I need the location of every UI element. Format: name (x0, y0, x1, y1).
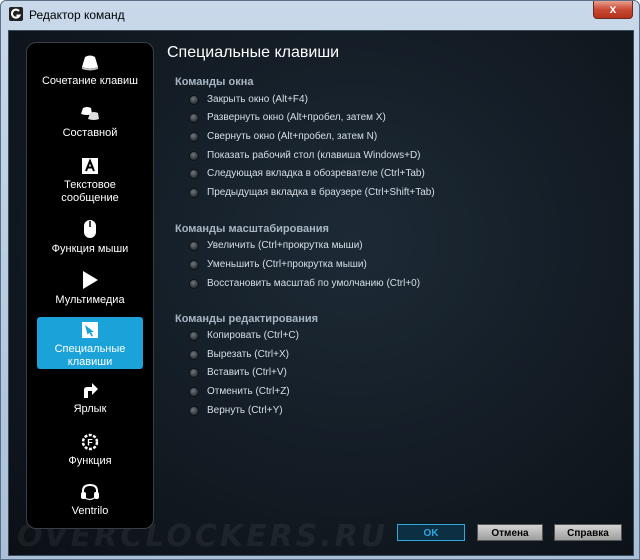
mouse-icon (84, 220, 96, 238)
radio-button[interactable] (189, 188, 199, 198)
command-type-sidebar: Сочетание клавиш Составной Текстовое соо… (26, 42, 154, 529)
play-icon (83, 271, 98, 289)
option-label: Отменить (Ctrl+Z) (207, 386, 290, 397)
option-label: Увеличить (Ctrl+прокрутка мыши) (207, 240, 363, 251)
sidebar-item-label: Сочетание клавиш (41, 75, 138, 87)
option-label: Предыдущая вкладка в браузере (Ctrl+Shif… (207, 187, 435, 198)
option-label: Восстановить масштаб по умолчанию (Ctrl+… (207, 278, 421, 289)
command-editor-window: Редактор команд x OVERCLOCKERS.RU Сочета… (0, 0, 640, 560)
sidebar-item-label: Функция (68, 455, 112, 467)
sidebar-item-label: Ярлык (73, 403, 107, 415)
sidebar-item-label: Специальные клавиши (54, 343, 126, 368)
sidebar-item-keystroke[interactable]: Сочетание клавиш (37, 53, 143, 88)
option-label: Свернуть окно (Alt+пробел, затем N) (207, 131, 378, 142)
ok-button[interactable]: OK (397, 524, 465, 541)
sidebar-item-label: Функция мыши (51, 243, 129, 255)
sidebar-item-shortcut[interactable]: Ярлык (37, 381, 143, 416)
radio-button[interactable] (189, 95, 199, 105)
radio-button[interactable] (189, 387, 199, 397)
page-title: Специальные клавиши (167, 44, 340, 61)
radio-button[interactable] (189, 169, 199, 179)
radio-button[interactable] (189, 331, 199, 341)
sidebar-item-special-keys[interactable]: Специальные клавиши (37, 317, 143, 369)
option-label: Показать рабочий стол (клавиша Windows+D… (207, 150, 421, 161)
option-label: Копировать (Ctrl+C) (207, 330, 299, 341)
title-bar[interactable]: Редактор команд x (1, 1, 639, 29)
section-title-edit-commands: Команды редактирования (175, 313, 319, 325)
option-label: Развернуть окно (Alt+пробел, затем X) (207, 112, 386, 123)
option-label: Вырезать (Ctrl+X) (207, 349, 289, 360)
shortcut-arrow-icon (84, 383, 98, 398)
special-keys-icon (82, 322, 98, 338)
logitech-g-icon (9, 7, 23, 21)
window-title: Редактор команд (29, 8, 125, 22)
radio-button[interactable] (189, 406, 199, 416)
option-label: Закрыть окно (Alt+F4) (207, 94, 308, 105)
close-icon: x (609, 2, 617, 16)
sidebar-item-mouse-function[interactable]: Функция мыши (37, 219, 143, 256)
section-title-window-commands: Команды окна (175, 76, 254, 88)
section-title-zoom-commands: Команды масштабирования (175, 223, 329, 235)
option-label: Вернуть (Ctrl+Y) (207, 405, 283, 416)
sidebar-item-multikey[interactable]: Составной (37, 105, 143, 140)
svg-text:F: F (87, 438, 93, 448)
option-label: Вставить (Ctrl+V) (207, 367, 287, 378)
function-icon: F (81, 433, 99, 451)
option-label: Следующая вкладка в обозревателе (Ctrl+T… (207, 168, 425, 179)
radio-button[interactable] (189, 113, 199, 123)
multikey-icon (81, 107, 99, 120)
help-button[interactable]: Справка (554, 524, 622, 541)
radio-button[interactable] (189, 132, 199, 142)
radio-button[interactable] (189, 151, 199, 161)
sidebar-item-text-block[interactable]: Текстовое сообщение (37, 157, 143, 205)
radio-button[interactable] (189, 260, 199, 270)
keys-combo-icon (82, 55, 98, 71)
sidebar-item-media[interactable]: Мультимедиа (37, 270, 143, 307)
text-block-icon (82, 158, 98, 174)
radio-button[interactable] (189, 241, 199, 251)
headset-icon (81, 483, 99, 501)
option-label: Уменьшить (Ctrl+прокрутка мыши) (207, 259, 367, 270)
cancel-button[interactable]: Отмена (477, 524, 543, 541)
sidebar-item-label: Составной (62, 127, 118, 139)
sidebar-item-label: Мультимедиа (55, 294, 125, 306)
sidebar-item-label: Ventrilo (71, 505, 109, 517)
sidebar-item-ventrilo[interactable]: Ventrilo (37, 483, 143, 518)
radio-button[interactable] (189, 279, 199, 289)
client-area: OVERCLOCKERS.RU Сочетание клавиш Составн… (8, 30, 634, 556)
close-button[interactable]: x (593, 1, 633, 19)
radio-button[interactable] (189, 350, 199, 360)
radio-button[interactable] (189, 368, 199, 378)
sidebar-item-label: Текстовое сообщение (61, 179, 119, 204)
sidebar-item-function[interactable]: F Функция (37, 433, 143, 468)
